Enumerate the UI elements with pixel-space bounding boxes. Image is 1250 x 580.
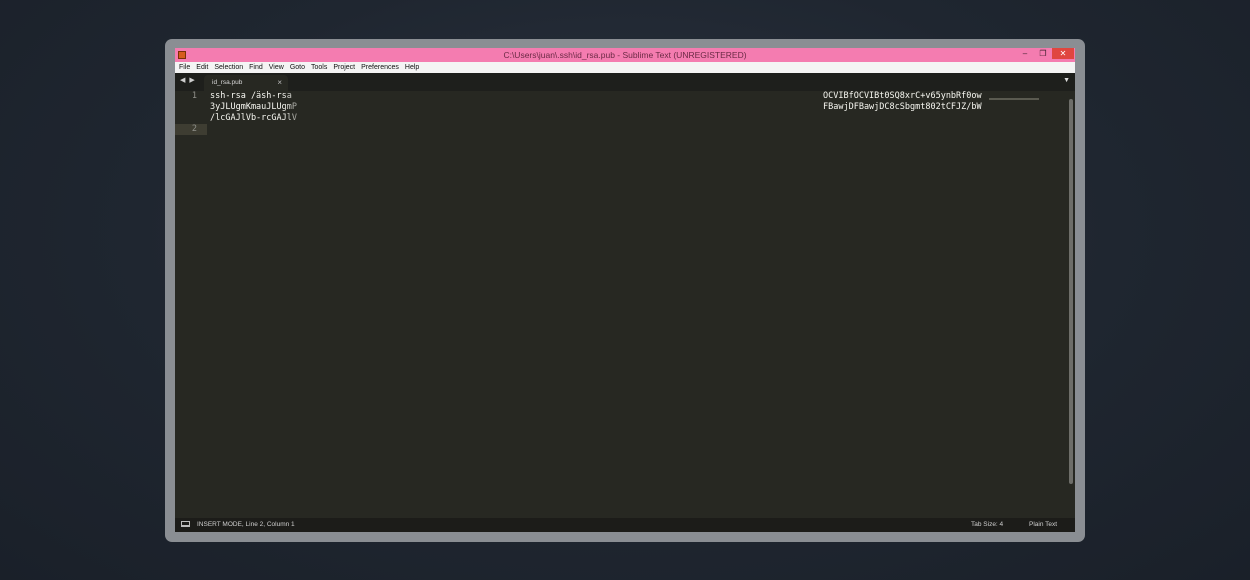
minimap[interactable] <box>989 98 1039 100</box>
tab-dropdown-icon[interactable]: ▼ <box>1063 77 1070 84</box>
minimize-button[interactable]: – <box>1017 48 1033 59</box>
menu-edit[interactable]: Edit <box>193 62 211 73</box>
menu-find[interactable]: Find <box>246 62 266 73</box>
menu-selection[interactable]: Selection <box>211 62 246 73</box>
vertical-scrollbar[interactable] <box>1069 99 1073 484</box>
screen-bezel: C:\Users\juan\.ssh\id_rsa.pub - Sublime … <box>165 39 1085 542</box>
code-line: OCVIBfOCVIBt0SQ8xrC+v65ynbRf0ow <box>823 91 982 101</box>
code-line: FBawjDFBawjDC8cSbgmt802tCFJZ/bW <box>823 102 982 112</box>
tab-id-rsa-pub[interactable]: id_rsa.pub × <box>204 75 288 91</box>
menu-goto[interactable]: Goto <box>287 62 308 73</box>
menu-project[interactable]: Project <box>330 62 358 73</box>
menu-view[interactable]: View <box>266 62 287 73</box>
text-fade-overlay <box>283 91 313 124</box>
title-bar[interactable]: C:\Users\juan\.ssh\id_rsa.pub - Sublime … <box>175 48 1075 62</box>
status-mode: INSERT MODE, Line 2, Column 1 <box>197 521 295 528</box>
menu-preferences[interactable]: Preferences <box>358 62 402 73</box>
line-gutter: 1 2 <box>175 91 207 518</box>
menu-bar: File Edit Selection Find View Goto Tools Projec… <box>175 62 1075 73</box>
line-number: 2 <box>191 124 197 134</box>
close-button[interactable]: ✕ <box>1052 48 1074 59</box>
syntax-selector[interactable]: Plain Text <box>1029 518 1057 532</box>
code-line: ssh-rsa /äsh-rsa <box>210 91 292 101</box>
tab-size-selector[interactable]: Tab Size: 4 <box>971 518 1003 532</box>
menu-file[interactable]: File <box>175 62 193 73</box>
line-number: 1 <box>191 91 197 101</box>
editor-area[interactable]: 1 2 ssh-rsa /äsh-rsa 3yJLUgmKmauJLUgmP /… <box>175 91 1075 518</box>
tab-close-icon[interactable]: × <box>277 75 282 91</box>
tab-bar: ◀ ▶ id_rsa.pub × ▼ <box>175 73 1075 91</box>
menu-help[interactable]: Help <box>402 62 422 73</box>
sublime-window: C:\Users\juan\.ssh\id_rsa.pub - Sublime … <box>175 48 1075 532</box>
status-bar: INSERT MODE, Line 2, Column 1 Tab Size: … <box>175 518 1075 532</box>
tab-nav-arrows-icon[interactable]: ◀ ▶ <box>180 76 196 84</box>
window-title: C:\Users\juan\.ssh\id_rsa.pub - Sublime … <box>503 50 747 60</box>
menu-tools[interactable]: Tools <box>308 62 330 73</box>
maximize-button[interactable]: ❐ <box>1035 48 1051 59</box>
console-toggle-icon[interactable] <box>181 521 190 527</box>
tab-label: id_rsa.pub <box>212 79 243 86</box>
